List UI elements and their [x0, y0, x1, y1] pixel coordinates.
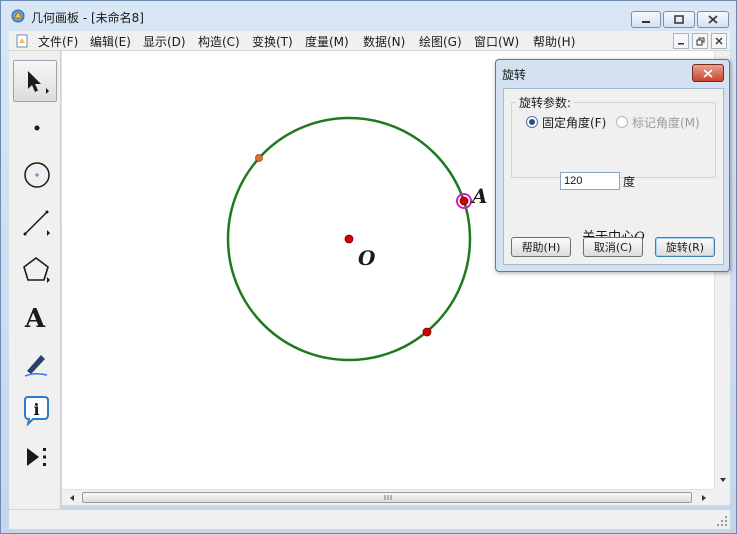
- label-a: A: [470, 184, 488, 208]
- doc-restore-button[interactable]: [692, 33, 708, 49]
- dialog-close-button[interactable]: [692, 64, 724, 82]
- main-window: 几何画板 - [未命名8] 文件(F) 编辑(E) 显示(D) 构造(C) 变换…: [0, 0, 737, 534]
- fixed-angle-radio[interactable]: [526, 116, 538, 128]
- angle-input[interactable]: [560, 172, 620, 190]
- close-button[interactable]: [697, 11, 729, 28]
- menu-help[interactable]: 帮助(H): [533, 33, 575, 50]
- tool-marker[interactable]: [13, 342, 57, 384]
- close-icon: [708, 15, 718, 24]
- menu-graph[interactable]: 绘图(G): [419, 33, 462, 50]
- document-icon: [16, 34, 28, 48]
- close-icon: [715, 37, 723, 45]
- restore-icon: [696, 37, 704, 45]
- scroll-down-icon[interactable]: [715, 472, 731, 488]
- point-tool-icon: [34, 125, 40, 131]
- custom-tool-icon: [27, 448, 46, 466]
- polygon-tool-icon: [23, 257, 50, 283]
- angle-unit-label: 度: [623, 175, 636, 189]
- window-title: 几何画板 - [未命名8]: [31, 11, 144, 25]
- maximize-button[interactable]: [663, 11, 695, 28]
- minimize-button[interactable]: [631, 11, 661, 28]
- scrollbar-corner: [714, 489, 730, 505]
- cancel-button[interactable]: 取消(C): [583, 237, 643, 257]
- point-center-o[interactable]: [344, 234, 354, 244]
- marked-angle-radio: [616, 116, 628, 128]
- svg-text:i: i: [33, 400, 39, 419]
- horizontal-scrollbar[interactable]: [62, 489, 714, 505]
- sketchpad-app-icon: [11, 9, 25, 23]
- label-o: O: [358, 246, 376, 270]
- menu-measure[interactable]: 度量(M): [305, 33, 349, 50]
- text-tool-icon: A: [24, 304, 46, 332]
- point-on-circle-upper-left[interactable]: [255, 154, 263, 162]
- scroll-left-icon[interactable]: [64, 490, 80, 506]
- information-tool-icon: i: [24, 396, 49, 426]
- tool-point[interactable]: [13, 107, 57, 149]
- help-button[interactable]: 帮助(H): [511, 237, 571, 257]
- marker-tool-icon: [24, 355, 48, 377]
- arrow-select-icon: [28, 71, 49, 94]
- horizontal-scroll-thumb[interactable]: [82, 492, 692, 503]
- rotate-button[interactable]: 旋转(R): [655, 237, 715, 257]
- tool-select-arrow[interactable]: [13, 60, 57, 102]
- svg-text:A: A: [24, 304, 46, 332]
- menu-edit[interactable]: 编辑(E): [90, 33, 131, 50]
- compass-tool-icon: [24, 162, 50, 188]
- doc-minimize-button[interactable]: [673, 33, 689, 49]
- menu-file[interactable]: 文件(F): [38, 33, 78, 50]
- tool-polygon[interactable]: [13, 248, 57, 290]
- straightedge-tool-icon: [23, 210, 50, 236]
- status-bar: [9, 509, 730, 529]
- tool-straightedge[interactable]: [13, 201, 57, 243]
- menu-construct[interactable]: 构造(C): [198, 33, 240, 50]
- menu-bar: 文件(F) 编辑(E) 显示(D) 构造(C) 变换(T) 度量(M) 数据(N…: [9, 31, 730, 51]
- tool-text[interactable]: A: [13, 295, 57, 337]
- tool-information[interactable]: i: [13, 389, 57, 431]
- toolbox: A i: [9, 51, 61, 509]
- scroll-right-icon[interactable]: [696, 490, 712, 506]
- menu-display[interactable]: 显示(D): [143, 33, 186, 50]
- fixed-angle-label[interactable]: 固定角度(F): [542, 114, 606, 131]
- maximize-icon: [674, 15, 684, 24]
- doc-close-button[interactable]: [711, 33, 727, 49]
- menu-data[interactable]: 数据(N): [363, 33, 405, 50]
- menu-transform[interactable]: 变换(T): [252, 33, 293, 50]
- minimize-icon: [642, 20, 650, 23]
- rotate-dialog: 旋转 旋转参数: 固定角度(F) 标记角度(M) 度 关于中心O 帮助(H) 取…: [495, 59, 730, 272]
- tool-custom[interactable]: [13, 436, 57, 478]
- menu-window[interactable]: 窗口(W): [474, 33, 519, 50]
- marked-angle-label: 标记角度(M): [632, 116, 700, 130]
- resize-grip-icon[interactable]: [715, 514, 729, 528]
- dialog-title: 旋转: [502, 68, 527, 82]
- rotation-parameters-label: 旋转参数:: [516, 94, 575, 111]
- close-icon: [703, 68, 713, 78]
- tool-compass[interactable]: [13, 154, 57, 196]
- point-a[interactable]: [459, 196, 469, 206]
- grip-icon: [384, 495, 392, 500]
- title-bar: 几何画板 - [未命名8]: [1, 1, 736, 31]
- minimize-icon: [678, 43, 684, 45]
- point-on-circle-lower[interactable]: [422, 327, 432, 337]
